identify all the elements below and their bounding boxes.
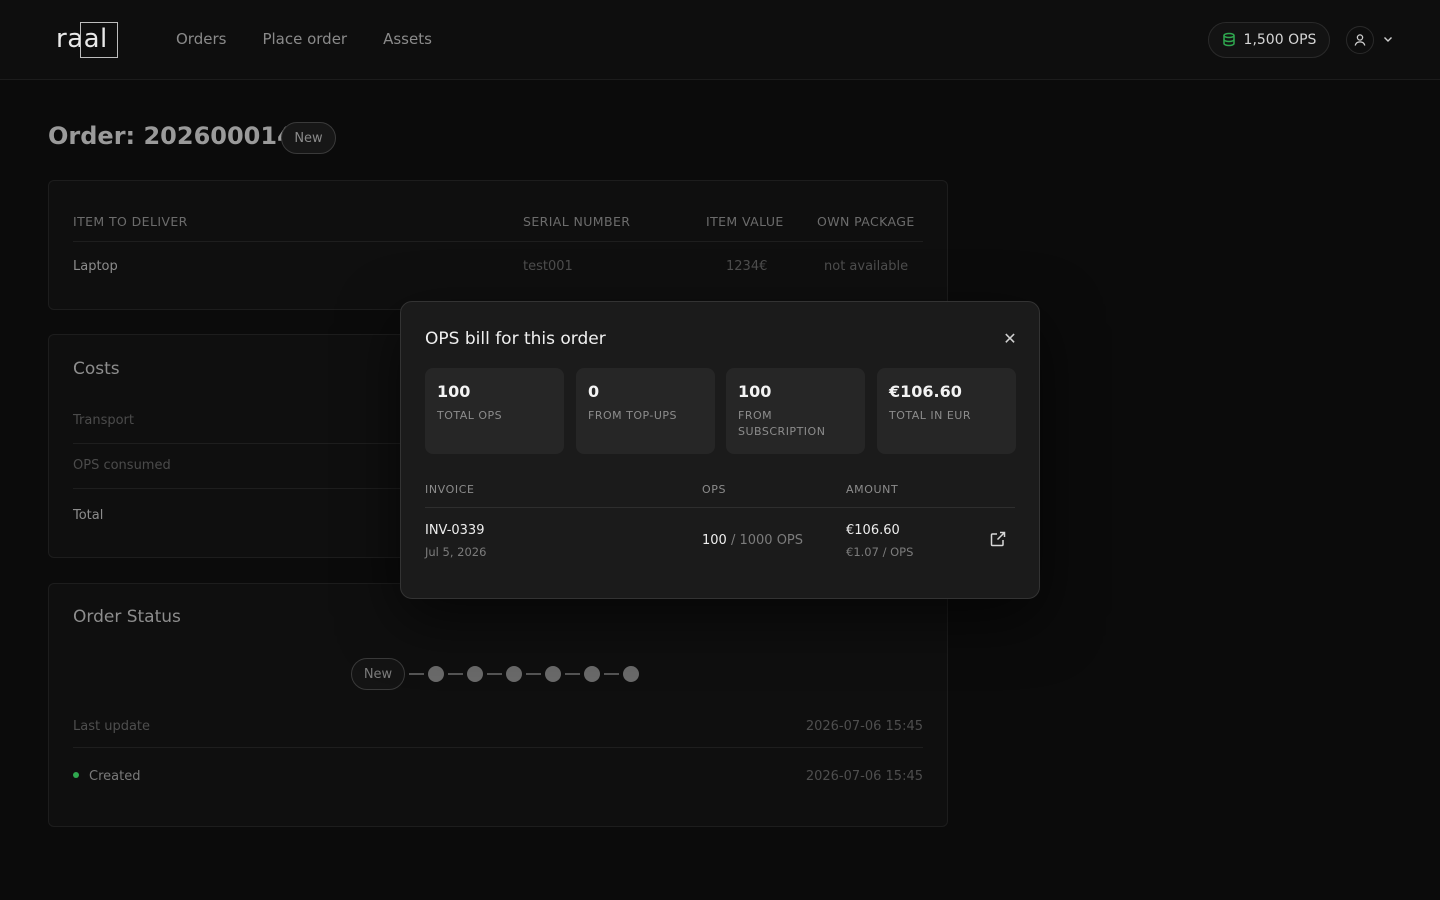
item-name: Laptop bbox=[73, 259, 118, 274]
stat-value: €106.60 bbox=[889, 382, 962, 401]
external-link-icon[interactable] bbox=[989, 530, 1007, 548]
main-nav: Orders Place order Assets bbox=[176, 30, 432, 48]
col-header-value: ITEM VALUE bbox=[706, 214, 784, 229]
page-title: Order: 2026000149 bbox=[48, 122, 311, 150]
progress-current-step: New bbox=[351, 658, 405, 690]
invoice-amount: €106.60 bbox=[846, 523, 900, 538]
stat-label: TOTAL IN EUR bbox=[889, 409, 972, 422]
coins-icon bbox=[1222, 32, 1235, 47]
stat-from-top-ups: 0 FROM TOP-UPS bbox=[576, 368, 715, 454]
item-value: 1234€ bbox=[726, 259, 768, 274]
event-time: 2026-07-06 15:45 bbox=[805, 769, 923, 784]
progress-step bbox=[623, 666, 639, 682]
nav-orders[interactable]: Orders bbox=[176, 30, 226, 48]
user-menu-button[interactable] bbox=[1346, 26, 1374, 54]
col-header-invoice: INVOICE bbox=[425, 483, 475, 496]
ops-balance-label: 1,500 OPS bbox=[1243, 32, 1317, 48]
modal-title: OPS bill for this order bbox=[425, 329, 606, 349]
item-serial: test001 bbox=[523, 259, 573, 274]
order-status-card: Order Status New Last update 2026-07-06 … bbox=[48, 583, 948, 827]
invoice-ops-used: 100 bbox=[702, 533, 727, 548]
last-update-time: 2026-07-06 15:45 bbox=[805, 719, 923, 734]
divider bbox=[425, 507, 1015, 508]
progress-step bbox=[506, 666, 522, 682]
invoice-date: Jul 5, 2026 bbox=[425, 545, 487, 559]
logo[interactable]: raal bbox=[56, 22, 118, 58]
status-event-row: Created 2026-07-06 15:45 bbox=[73, 769, 923, 784]
ops-balance-button[interactable]: 1,500 OPS bbox=[1208, 22, 1330, 58]
invoice-rate: €1.07 / OPS bbox=[846, 545, 914, 559]
event-dot-icon bbox=[73, 771, 79, 778]
nav-place-order[interactable]: Place order bbox=[262, 30, 347, 48]
invoice-ops-total: / 1000 OPS bbox=[730, 533, 804, 548]
divider bbox=[73, 747, 923, 748]
progress-step bbox=[428, 666, 444, 682]
last-update-row: Last update 2026-07-06 15:45 bbox=[73, 719, 923, 734]
stat-label: TOTAL OPS bbox=[437, 409, 503, 422]
col-header-ops: OPS bbox=[702, 483, 727, 496]
nav-assets[interactable]: Assets bbox=[383, 30, 432, 48]
invoice-ops: 100 / 1000 OPS bbox=[702, 533, 803, 548]
top-bar: raal Orders Place order Assets 1,500 OPS bbox=[0, 0, 1440, 80]
last-update-label: Last update bbox=[73, 719, 151, 734]
cost-row-transport: Transport bbox=[73, 413, 135, 428]
cost-row-total: Total bbox=[73, 508, 104, 523]
stat-from-subscription: 100 FROM SUBSCRIPTION bbox=[726, 368, 865, 454]
item-package: not available bbox=[824, 259, 909, 274]
invoice-id: INV-0339 bbox=[425, 523, 485, 538]
stat-value: 100 bbox=[437, 382, 471, 401]
status-progress: New bbox=[351, 658, 639, 690]
progress-step bbox=[467, 666, 483, 682]
chevron-down-icon[interactable] bbox=[1382, 33, 1394, 45]
close-icon[interactable]: ✕ bbox=[1001, 330, 1019, 348]
status-badge: New bbox=[281, 122, 336, 154]
order-status-title: Order Status bbox=[73, 607, 181, 627]
stat-total-in-eur: €106.60 TOTAL IN EUR bbox=[877, 368, 1016, 454]
progress-step bbox=[545, 666, 561, 682]
items-card: ITEM TO DELIVER SERIAL NUMBER ITEM VALUE… bbox=[48, 180, 948, 310]
event-label: Created bbox=[89, 769, 141, 784]
ops-bill-modal: OPS bill for this order ✕ 100 TOTAL OPS … bbox=[400, 301, 1040, 599]
stat-label: FROM TOP-UPS bbox=[588, 409, 678, 422]
col-header-package: OWN PACKAGE bbox=[817, 214, 915, 229]
stat-value: 100 bbox=[738, 382, 772, 401]
col-header-amount: AMOUNT bbox=[846, 483, 899, 496]
user-icon bbox=[1354, 34, 1366, 46]
col-header-item: ITEM TO DELIVER bbox=[73, 214, 188, 229]
stat-total-ops: 100 TOTAL OPS bbox=[425, 368, 564, 454]
divider bbox=[73, 241, 923, 242]
col-header-serial: SERIAL NUMBER bbox=[523, 214, 631, 229]
progress-step bbox=[584, 666, 600, 682]
costs-title: Costs bbox=[73, 359, 120, 379]
stat-value: 0 bbox=[588, 382, 600, 401]
cost-row-ops-consumed: OPS consumed bbox=[73, 458, 171, 473]
stat-label: FROM SUBSCRIPTION bbox=[738, 409, 826, 438]
